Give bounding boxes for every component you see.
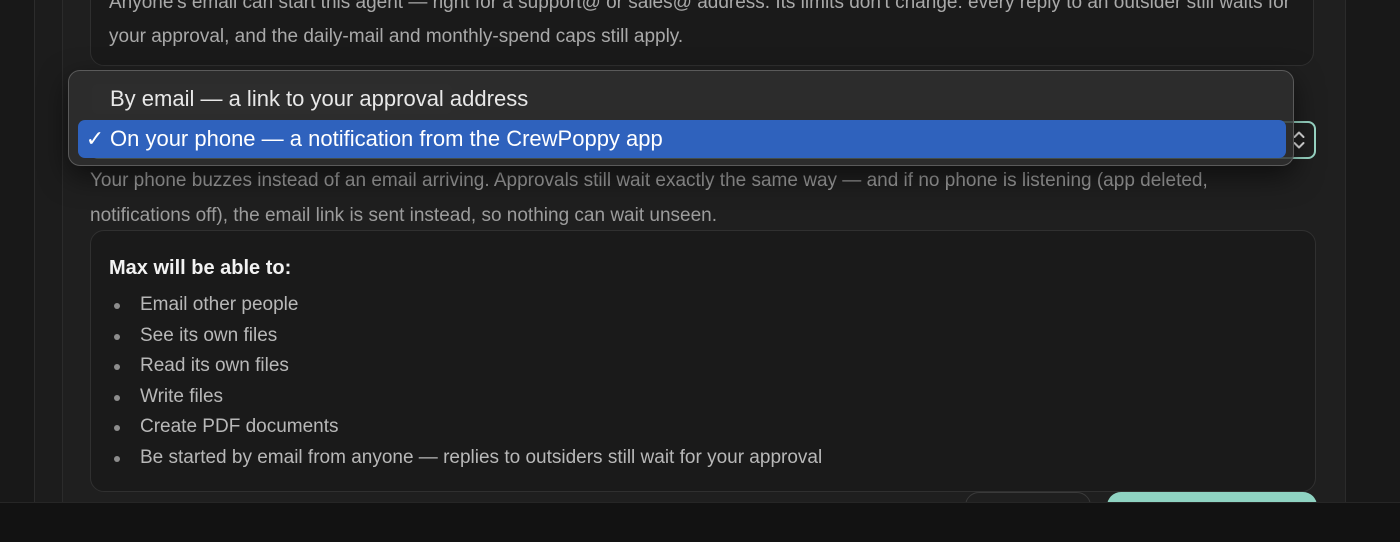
bottom-bar: [0, 502, 1400, 542]
bullet-icon: [114, 303, 120, 309]
list-item-label: Email other people: [140, 294, 299, 315]
list-item: Email other people: [109, 290, 822, 321]
list-item: Be started by email from anyone — replie…: [109, 443, 822, 474]
approval-helper-text: Your phone buzzes instead of an email ar…: [90, 170, 1208, 226]
menu-item-by-email[interactable]: By email — a link to your approval addre…: [78, 80, 1286, 118]
checkmark-icon: ✓: [85, 126, 105, 151]
list-item: Read its own files: [109, 351, 822, 382]
bullet-icon: [114, 425, 120, 432]
permissions-title: Max will be able to:: [109, 257, 292, 279]
list-item-label: Create PDF documents: [140, 416, 339, 438]
bullet-icon: [114, 394, 120, 401]
menu-item-on-phone[interactable]: ✓ On your phone — a notification from th…: [78, 120, 1286, 158]
bullet-icon: [114, 364, 120, 371]
list-item-label: See its own files: [140, 324, 278, 346]
menu-item-label: On your phone — a notification from the …: [110, 126, 663, 151]
list-item: See its own files: [109, 321, 822, 352]
left-rail: [0, 0, 35, 502]
app-window: Anyone's email can start this agent — ri…: [0, 0, 1400, 542]
bullet-icon: [114, 455, 120, 462]
open-inbox-note-text: Anyone's email can start this agent — ri…: [109, 0, 1291, 47]
list-item-label: Write files: [140, 385, 224, 407]
list-item: Create PDF documents: [109, 412, 822, 443]
list-item-label: Read its own files: [140, 355, 289, 377]
bullet-icon: [114, 333, 120, 340]
right-rail: [1343, 0, 1400, 502]
menu-item-label: By email — a link to your approval addre…: [110, 86, 529, 111]
approval-method-menu: By email — a link to your approval addre…: [68, 70, 1294, 166]
list-item: Write files: [109, 382, 822, 413]
permissions-list: Email other people See its own files Rea…: [109, 290, 822, 474]
list-item-label: Be started by email from anyone — replie…: [140, 446, 823, 468]
